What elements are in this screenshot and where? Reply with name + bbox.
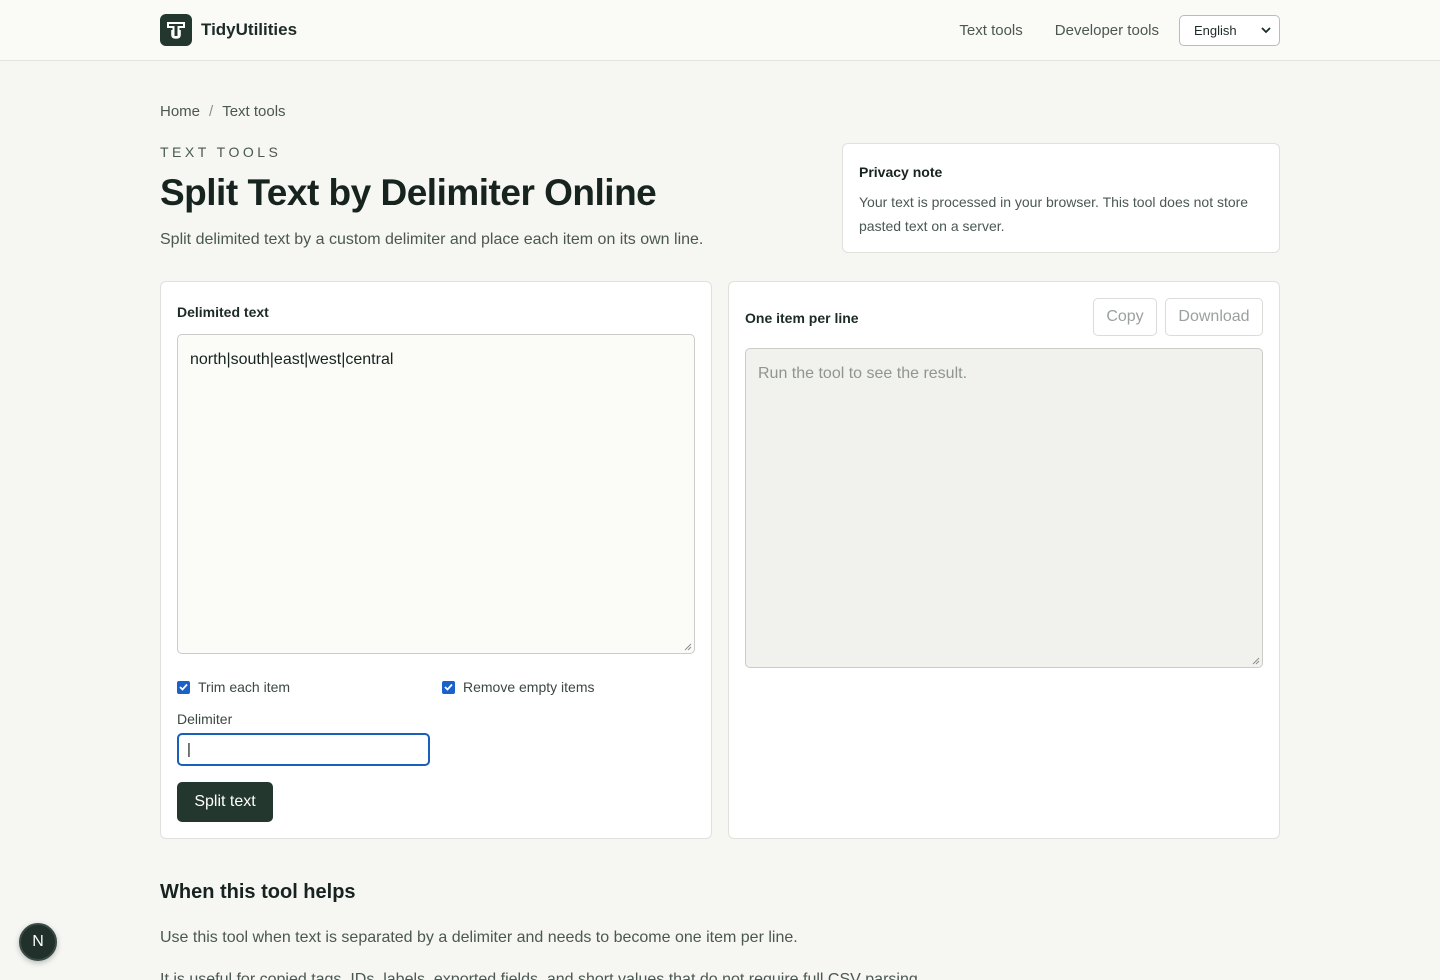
remove-empty-option[interactable]: Remove empty items	[442, 679, 594, 695]
delimiter-label: Delimiter	[177, 711, 233, 727]
output-card: One item per line Copy Download Run the …	[728, 281, 1280, 839]
output-label: One item per line	[745, 310, 859, 326]
nav-developer-tools[interactable]: Developer tools	[1055, 22, 1159, 39]
privacy-note-title: Privacy note	[859, 164, 943, 180]
input-card: Delimited text north|south|east|west|cen…	[160, 281, 712, 839]
result-output[interactable]: Run the tool to see the result.	[745, 348, 1263, 668]
nav-text-tools[interactable]: Text tools	[959, 22, 1022, 39]
resize-grip-icon[interactable]	[1252, 657, 1260, 665]
main-nav: Text tools Developer tools English	[959, 14, 1280, 46]
breadcrumb-home[interactable]: Home	[160, 103, 200, 120]
language-select[interactable]: English	[1179, 14, 1280, 46]
check-icon	[179, 683, 188, 691]
input-label: Delimited text	[177, 304, 269, 320]
dev-tools-button[interactable]: N	[19, 923, 57, 961]
split-text-button[interactable]: Split text	[177, 782, 273, 822]
trim-checkbox[interactable]	[177, 680, 190, 694]
info-paragraph: Use this tool when text is separated by …	[160, 929, 798, 946]
privacy-note: Privacy note Your text is processed in y…	[842, 143, 1280, 253]
remove-empty-checkbox[interactable]	[442, 680, 455, 694]
language-select-value: English	[1194, 22, 1237, 38]
delimited-text-input[interactable]: north|south|east|west|central	[177, 334, 695, 654]
breadcrumb-text-tools[interactable]: Text tools	[222, 103, 285, 120]
page-title: Split Text by Delimiter Online	[160, 172, 657, 213]
brand-name: TidyUtilities	[201, 20, 298, 39]
info-paragraph: It is useful for copied tags, IDs, label…	[160, 971, 923, 980]
privacy-note-body: Your text is processed in your browser. …	[859, 194, 1249, 234]
resize-grip-icon[interactable]	[684, 643, 692, 651]
delimited-text-value: north|south|east|west|central	[190, 351, 394, 368]
info-section-title: When this tool helps	[160, 881, 356, 903]
download-button[interactable]: Download	[1165, 298, 1263, 336]
breadcrumb-separator: /	[209, 103, 214, 120]
trim-option[interactable]: Trim each item	[177, 679, 290, 695]
top-navigation: TidyUtilities Text tools Developer tools…	[0, 0, 1440, 61]
category-eyebrow: TEXT TOOLS	[160, 144, 282, 160]
top-navigation-inner: TidyUtilities Text tools Developer tools…	[160, 0, 1280, 60]
check-icon	[444, 683, 453, 691]
remove-empty-label: Remove empty items	[463, 679, 595, 695]
chevron-down-icon	[1261, 27, 1271, 34]
trim-label: Trim each item	[198, 679, 291, 695]
dev-tools-label: N	[32, 933, 44, 950]
logo-icon	[160, 14, 192, 46]
page-subtitle: Split delimited text by a custom delimit…	[160, 231, 704, 248]
breadcrumb: Home / Text tools	[160, 103, 286, 120]
copy-button[interactable]: Copy	[1093, 298, 1157, 336]
result-placeholder: Run the tool to see the result.	[758, 365, 968, 382]
brand-link[interactable]: TidyUtilities	[160, 14, 297, 46]
delimiter-input[interactable]: |	[177, 733, 430, 766]
delimiter-value: |	[187, 741, 191, 758]
